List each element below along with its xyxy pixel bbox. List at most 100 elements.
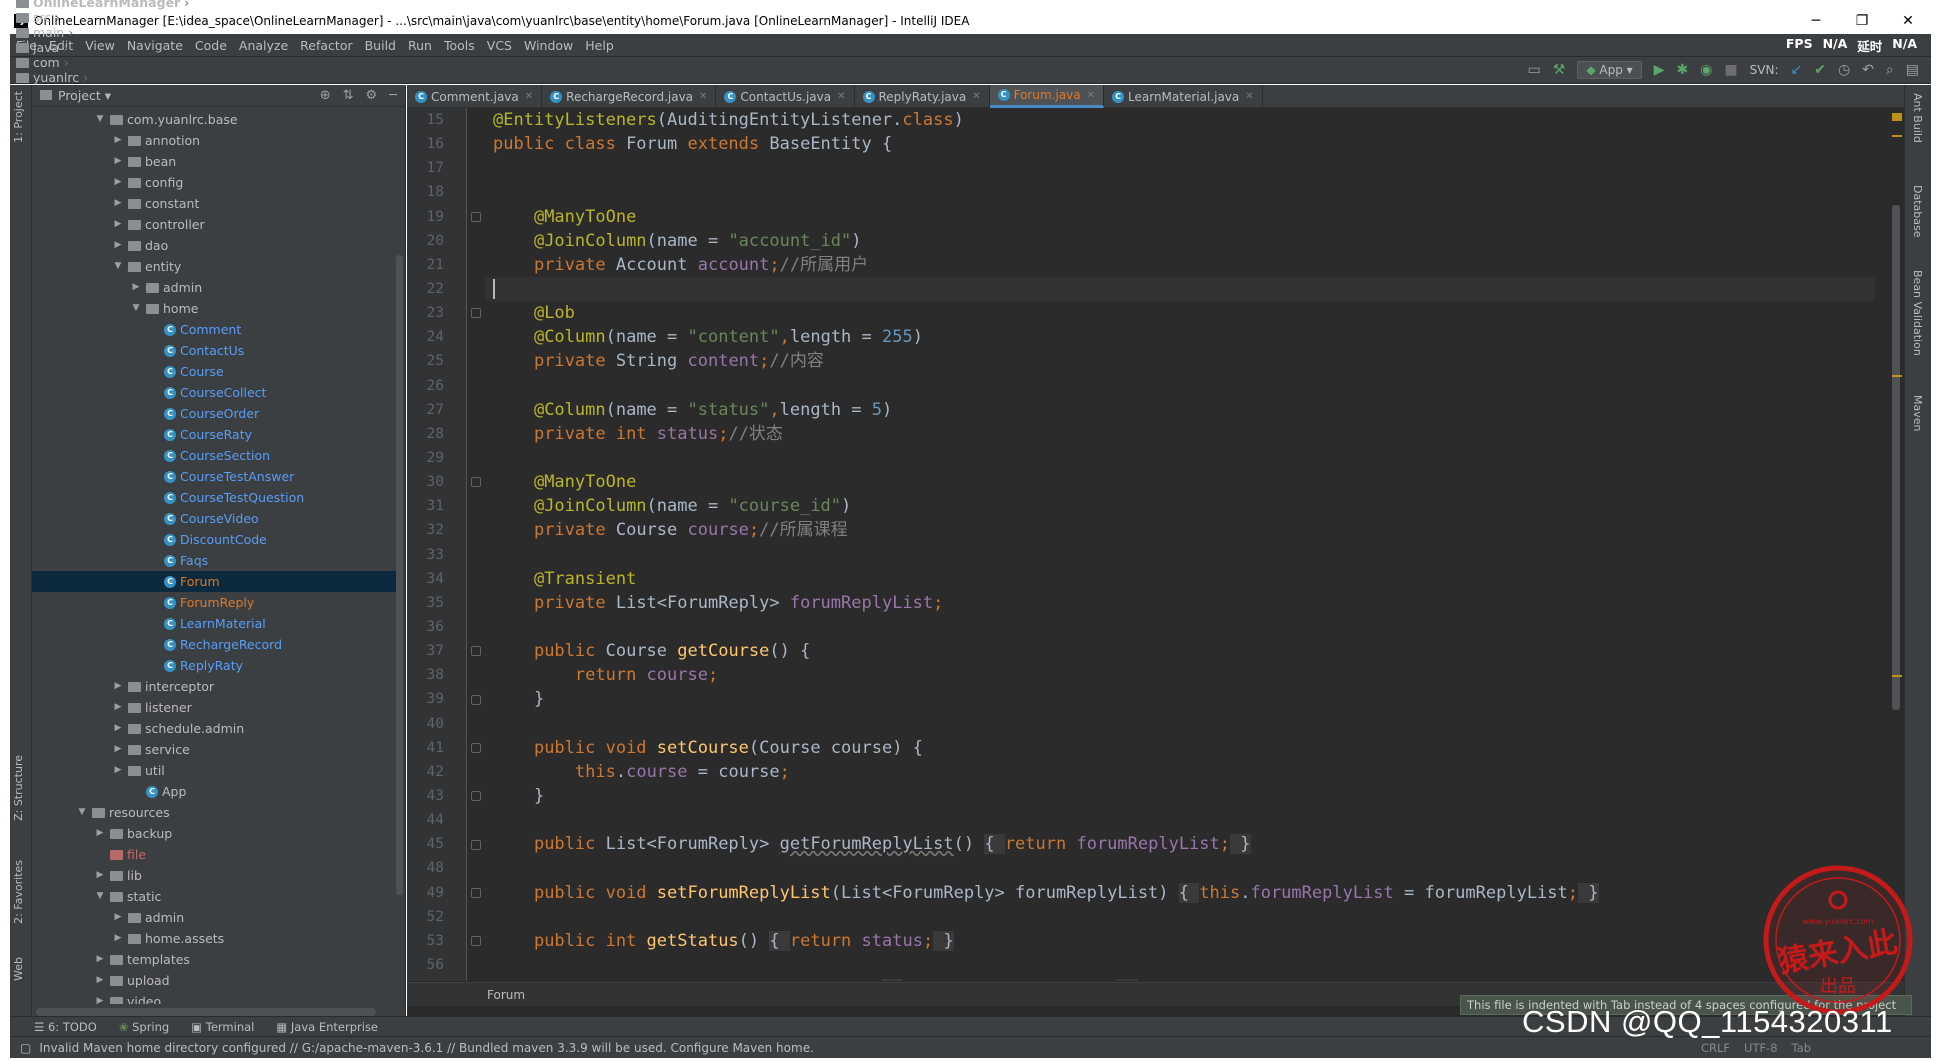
code-line[interactable]: public List<ForumReply> getForumReplyLis…	[485, 832, 1875, 856]
svn-update-icon[interactable]: ↙	[1791, 62, 1803, 78]
tree-node[interactable]: ▼ home	[32, 298, 402, 319]
menu-help[interactable]: Help	[585, 38, 614, 53]
fold-marker-icon[interactable]	[471, 477, 481, 488]
code-line[interactable]: @Column(name = "content",length = 255)	[485, 325, 1875, 349]
terminal-tool-tab[interactable]: ▣ Terminal	[191, 1020, 254, 1034]
menu-run[interactable]: Run	[408, 38, 432, 53]
layout-icon[interactable]: ▤	[1906, 62, 1919, 78]
close-tab-icon[interactable]: ✕	[525, 91, 533, 102]
tree-node[interactable]: ▶ home.assets	[32, 928, 402, 949]
project-tool-tab[interactable]: 1: Project	[12, 91, 25, 143]
menu-refactor[interactable]: Refactor	[300, 38, 352, 53]
collapse-all-icon[interactable]: ⇅	[343, 88, 354, 103]
close-tab-icon[interactable]: ✕	[699, 91, 707, 102]
code-line[interactable]: @JoinColumn(name = "account_id")	[485, 229, 1875, 253]
breadcrumb-item[interactable]: yuanlrc ›	[16, 70, 195, 85]
editor-vertical-scrollbar[interactable]	[1892, 205, 1900, 710]
tree-node[interactable]: ▼ com.yuanlrc.base	[32, 109, 402, 130]
code-line[interactable]: private Course course;//所属课程	[485, 518, 1875, 542]
code-line[interactable]	[485, 156, 1875, 180]
expand-arrow-icon[interactable]: ▶	[112, 172, 124, 193]
code-line[interactable]: @ManyToOne	[485, 205, 1875, 229]
expand-arrow-icon[interactable]: ▼	[94, 109, 106, 130]
indent-indicator[interactable]: Tab	[1792, 1041, 1811, 1055]
tree-node[interactable]: ▶ service	[32, 739, 402, 760]
fold-marker-icon[interactable]	[471, 308, 481, 319]
code-line[interactable]: @Lob	[485, 301, 1875, 325]
code-line[interactable]: public Course getCourse() {	[485, 639, 1875, 663]
build-hammer-icon[interactable]: ⚒	[1553, 62, 1566, 78]
expand-arrow-icon[interactable]: ▶	[112, 676, 124, 697]
expand-arrow-icon[interactable]: ▶	[112, 151, 124, 172]
expand-arrow-icon[interactable]: ▶	[130, 277, 142, 298]
run-configuration-select[interactable]: ◆ App ▾	[1577, 61, 1642, 79]
code-line[interactable]	[485, 905, 1875, 929]
tree-node[interactable]: C ForumReply	[32, 592, 402, 613]
project-view-select[interactable]: Project ▾	[40, 88, 111, 103]
close-tab-icon[interactable]: ✕	[837, 91, 845, 102]
fold-marker-icon[interactable]	[471, 646, 481, 657]
expand-arrow-icon[interactable]: ▶	[94, 970, 106, 991]
editor-tab[interactable]: C Forum.java ✕	[989, 85, 1105, 108]
code-line[interactable]	[485, 374, 1875, 398]
project-structure-icon[interactable]: ▭	[1528, 62, 1541, 78]
expand-arrow-icon[interactable]: ▶	[112, 928, 124, 949]
fold-marker-icon[interactable]	[471, 791, 481, 802]
tree-node[interactable]: ▶ listener	[32, 697, 402, 718]
expand-arrow-icon[interactable]: ▶	[94, 949, 106, 970]
code-line[interactable]: return course;	[485, 663, 1875, 687]
java-enterprise-tool-tab[interactable]: ▦ Java Enterprise	[276, 1020, 378, 1034]
line-separator[interactable]: CRLF	[1701, 1041, 1730, 1055]
expand-arrow-icon[interactable]: ▼	[94, 886, 106, 907]
tree-node[interactable]: C CourseSection	[32, 445, 402, 466]
web-tool-tab[interactable]: Web	[12, 957, 25, 981]
structure-tool-tab[interactable]: Z: Structure	[12, 755, 25, 821]
menu-analyze[interactable]: Analyze	[239, 38, 288, 53]
breadcrumb-item[interactable]: OnlineLearnManager ›	[16, 0, 195, 10]
code-line[interactable]: public class Forum extends BaseEntity {	[485, 132, 1875, 156]
editor-tab[interactable]: C ReplyRaty.java ✕	[855, 85, 990, 108]
tree-node[interactable]: C Course	[32, 361, 402, 382]
code-line[interactable]: }	[485, 687, 1875, 711]
breadcrumb-item[interactable]: src ›	[16, 10, 195, 25]
hide-icon[interactable]: ─	[389, 88, 397, 103]
code-line[interactable]	[485, 446, 1875, 470]
menu-build[interactable]: Build	[365, 38, 396, 53]
expand-arrow-icon[interactable]: ▼	[76, 802, 88, 823]
menu-window[interactable]: Window	[524, 38, 573, 53]
code-view[interactable]: @EntityListeners(AuditingEntityListener.…	[485, 108, 1875, 981]
warning-stripe[interactable]	[1892, 675, 1902, 677]
status-message[interactable]: Invalid Maven home directory configured …	[39, 1041, 814, 1055]
stop-icon[interactable]: ■	[1724, 62, 1737, 78]
database-tool-tab[interactable]: Database	[1911, 185, 1924, 238]
fold-marker-icon[interactable]	[471, 887, 481, 898]
tree-node[interactable]: C CourseOrder	[32, 403, 402, 424]
tree-node[interactable]: C CourseTestQuestion	[32, 487, 402, 508]
tree-node[interactable]: C LearnMaterial	[32, 613, 402, 634]
close-tab-icon[interactable]: ✕	[972, 91, 980, 102]
tree-node[interactable]: C Faqs	[32, 550, 402, 571]
todo-tool-tab[interactable]: ☰ 6: TODO	[34, 1020, 97, 1034]
tree-node[interactable]: ▶ config	[32, 172, 402, 193]
maven-tool-tab[interactable]: Maven	[1911, 395, 1924, 431]
code-line[interactable]	[485, 543, 1875, 567]
expand-arrow-icon[interactable]: ▶	[112, 907, 124, 928]
code-line[interactable]	[485, 180, 1875, 204]
menu-tools[interactable]: Tools	[444, 38, 475, 53]
warning-mark[interactable]	[1892, 113, 1902, 121]
tree-node[interactable]: ▶ admin	[32, 277, 402, 298]
fold-marker-icon[interactable]	[471, 936, 481, 947]
editor-tab[interactable]: C ContactUs.java ✕	[716, 85, 855, 108]
code-line[interactable]: private String content;//内容	[485, 349, 1875, 373]
status-icon[interactable]: ▢	[20, 1041, 31, 1055]
tree-node[interactable]: ▶ bean	[32, 151, 402, 172]
tree-horizontal-scrollbar[interactable]	[36, 1008, 376, 1016]
code-line[interactable]: this.course = course;	[485, 760, 1875, 784]
code-line[interactable]	[485, 276, 1875, 302]
fold-marker-icon[interactable]	[471, 839, 481, 850]
code-line[interactable]	[485, 615, 1875, 639]
debug-icon[interactable]: ✱	[1676, 62, 1688, 78]
code-line[interactable]: public int getStatus() { return status; …	[485, 929, 1875, 953]
tree-node[interactable]: C DiscountCode	[32, 529, 402, 550]
tree-node[interactable]: ▼ entity	[32, 256, 402, 277]
